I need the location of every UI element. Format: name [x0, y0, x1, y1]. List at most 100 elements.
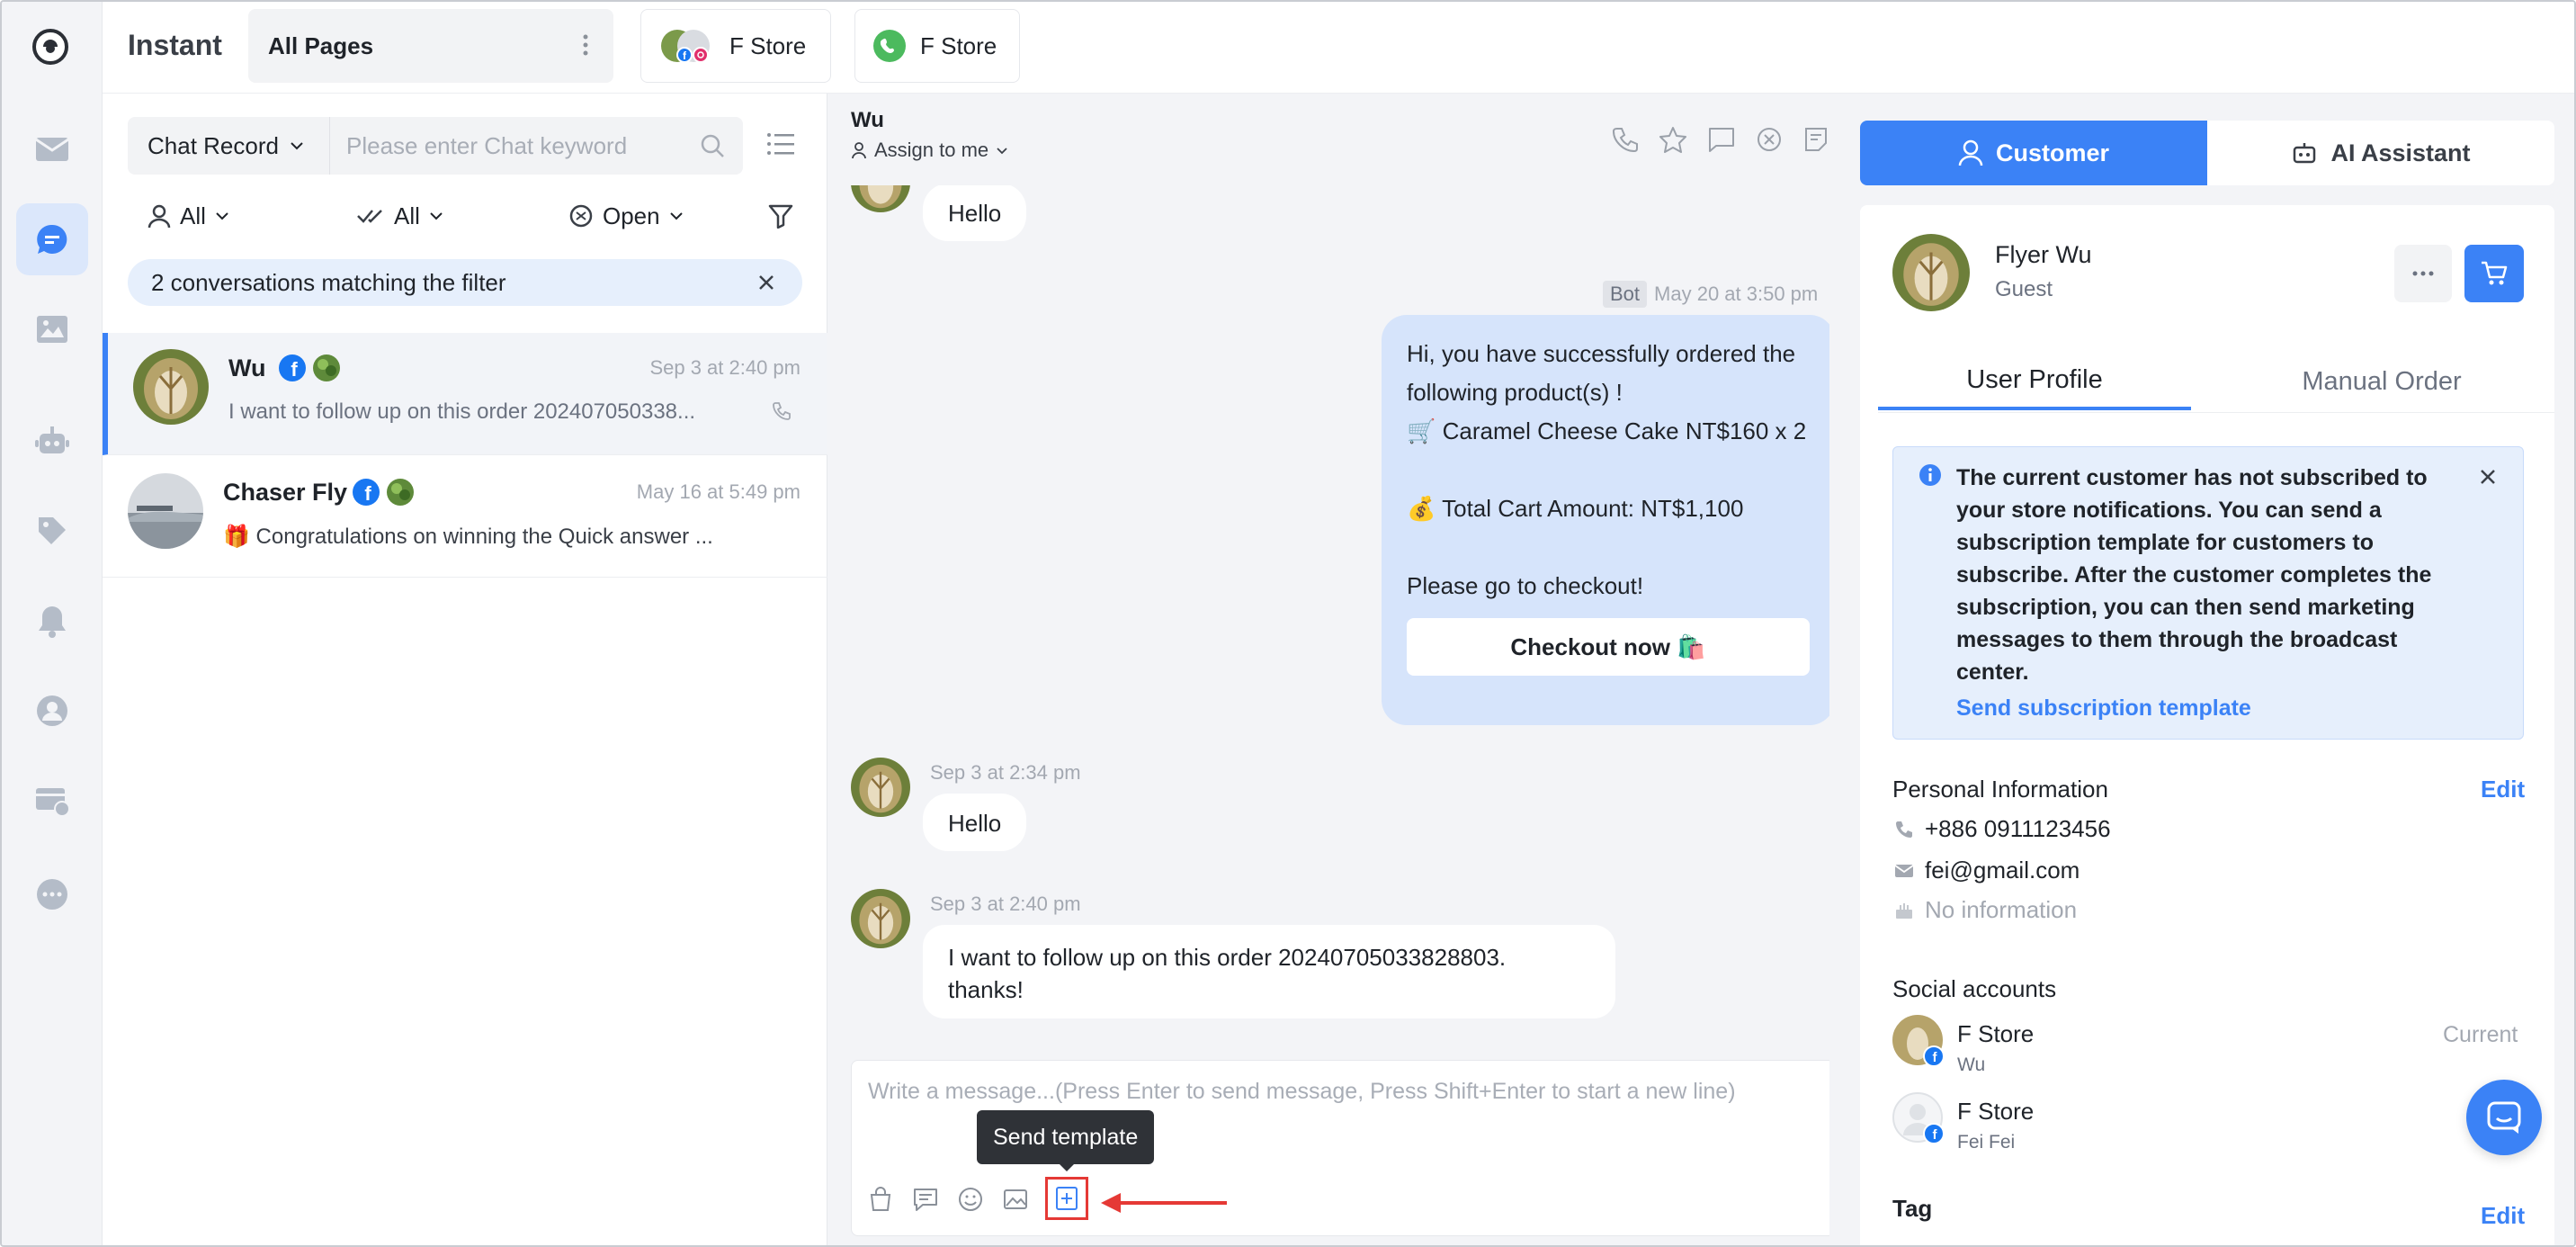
search-icon[interactable]: [700, 133, 725, 158]
composer-placeholder: Write a message...(Press Enter to send m…: [868, 1079, 1736, 1104]
filter-match-banner: 2 conversations matching the filter: [128, 259, 802, 306]
chat-record-dropdown[interactable]: Chat Record: [128, 117, 329, 175]
phone-icon[interactable]: [1612, 126, 1639, 153]
bot-icon[interactable]: [16, 405, 88, 477]
close-icon[interactable]: [757, 274, 775, 292]
live-chat-launcher[interactable]: [2466, 1080, 2542, 1155]
social-account-2-store: F Store: [1957, 1098, 2035, 1125]
checkout-now-button[interactable]: Checkout now 🛍️: [1407, 618, 1810, 676]
list-view-icon[interactable]: [766, 131, 795, 157]
customer-type: Guest: [1995, 277, 2053, 301]
tag-edit-link[interactable]: Edit: [2481, 1202, 2525, 1230]
customer-name: Flyer Wu: [1995, 241, 2092, 268]
conversation-time: Sep 3 at 2:40 pm: [649, 356, 801, 379]
template-icon: [1053, 1185, 1080, 1212]
emoji-icon[interactable]: [957, 1186, 984, 1213]
tab-fstore-whatsapp[interactable]: F Store: [854, 9, 1020, 83]
bell-icon[interactable]: [16, 585, 88, 657]
status-filter[interactable]: Open: [568, 191, 684, 241]
search-input[interactable]: Please enter Chat keyword: [329, 117, 743, 175]
email-row: fei@gmail.com: [1894, 857, 2080, 884]
conversation-name: Wu: [228, 354, 266, 381]
kebab-icon[interactable]: [583, 34, 588, 56]
send-subscription-template-link[interactable]: Send subscription template: [1956, 695, 2251, 722]
subtab-user-profile[interactable]: User Profile: [1878, 353, 2191, 410]
phone-value: +886 0911123456: [1925, 815, 2111, 842]
chat-actions: [1612, 126, 1829, 153]
conversation-preview: 🎁 Congratulations on winning the Quick a…: [223, 525, 713, 549]
social-account-2-avatar: f: [1892, 1092, 1946, 1146]
personal-info-edit-link[interactable]: Edit: [2481, 776, 2525, 803]
bot-badge: Bot: [1603, 281, 1648, 308]
send-template-button[interactable]: [1045, 1177, 1088, 1220]
more-icon[interactable]: [16, 858, 88, 930]
annotation-arrow: [1099, 1189, 1229, 1216]
read-filter-value: All: [394, 202, 420, 229]
page-selector[interactable]: All Pages: [248, 9, 613, 83]
quick-reply-icon[interactable]: [912, 1186, 939, 1213]
subscription-notice: The current customer has not subscribed …: [1892, 446, 2524, 740]
user-icon: [1958, 139, 1983, 166]
inbox-icon[interactable]: [16, 113, 88, 185]
tab-label: F Store: [729, 31, 807, 59]
tab-ai-label: AI Assistant: [2330, 139, 2471, 166]
star-icon[interactable]: [1659, 126, 1687, 153]
app-logo[interactable]: [31, 27, 70, 67]
more-options-button[interactable]: [2394, 245, 2452, 302]
media-icon[interactable]: [16, 293, 88, 365]
chat-record-label: Chat Record: [148, 131, 279, 159]
tab-customer-label: Customer: [1995, 139, 2110, 166]
filter-match-text: 2 conversations matching the filter: [151, 268, 506, 296]
chevron-down-icon: [290, 141, 304, 150]
phone-icon: [1894, 820, 1914, 839]
tab-fstore-facebook[interactable]: f F Store: [640, 9, 831, 83]
tag-title: Tag: [1892, 1195, 1933, 1222]
read-filter[interactable]: All: [356, 191, 443, 241]
chevron-down-icon: [429, 211, 443, 220]
tag-icon[interactable]: [16, 495, 88, 567]
app-title: Instant: [128, 29, 222, 61]
conversation-time: May 16 at 5:49 pm: [636, 480, 801, 503]
store-avatar-icon: [385, 477, 416, 507]
conversation-item-chaser-fly[interactable]: Chaser Fly f May 16 at 5:49 pm 🎁 Congrat…: [103, 455, 827, 578]
subtab-manual-order[interactable]: Manual Order: [2191, 353, 2572, 410]
info-icon: [1919, 463, 1942, 487]
bot-line: Please go to checkout!: [1407, 572, 1644, 599]
bot-message-bubble: Hi, you have successfully ordered the fo…: [1382, 315, 1829, 725]
bot-line: 🛒 Caramel Cheese Cake NT$160 x 2: [1407, 417, 1807, 444]
close-icon[interactable]: [2480, 469, 2496, 485]
facebook-icon: f: [351, 477, 381, 507]
bot-line: 💰 Total Cart Amount: NT$1,100: [1407, 495, 1744, 522]
shopping-bag-icon[interactable]: [867, 1186, 894, 1213]
tab-ai-assistant[interactable]: AI Assistant: [2207, 121, 2554, 185]
whatsapp-icon: [872, 28, 908, 64]
search-placeholder: Please enter Chat keyword: [346, 131, 628, 159]
message-line: I want to follow up on this order 202407…: [948, 944, 1507, 971]
personal-info-title: Personal Information: [1892, 776, 2108, 803]
svg-text:f: f: [364, 482, 371, 505]
note-icon[interactable]: [1802, 126, 1829, 153]
broadcast-icon[interactable]: [16, 765, 88, 837]
message-bubble: Hello: [923, 794, 1027, 851]
cart-button[interactable]: [2464, 245, 2524, 302]
assign-to-me-dropdown[interactable]: Assign to me: [851, 139, 1008, 162]
notice-text: The current customer has not subscribed …: [1956, 465, 2432, 685]
close-conversation-icon[interactable]: [1756, 126, 1783, 153]
assignee-filter[interactable]: All: [148, 191, 229, 241]
message-bubble: Hello: [923, 185, 1027, 241]
tab-customer[interactable]: Customer: [1860, 121, 2207, 185]
contacts-icon[interactable]: [16, 675, 88, 747]
store-avatar-icon: [311, 353, 342, 383]
ellipsis-icon: [2412, 271, 2434, 276]
social-account-1-avatar: f: [1892, 1015, 1946, 1069]
subtab-divider: [1878, 412, 2554, 413]
chat-icon[interactable]: [16, 203, 88, 275]
chevron-down-icon: [996, 147, 1008, 155]
page-selector-label: All Pages: [268, 31, 374, 59]
cake-icon: [1894, 901, 1914, 920]
user-icon: [148, 203, 171, 229]
image-icon[interactable]: [1002, 1186, 1029, 1213]
comment-icon[interactable]: [1707, 126, 1736, 153]
conversation-item-wu[interactable]: Wu f Sep 3 at 2:40 pm I want to follow u…: [103, 333, 827, 455]
funnel-filter-icon[interactable]: [768, 203, 793, 229]
